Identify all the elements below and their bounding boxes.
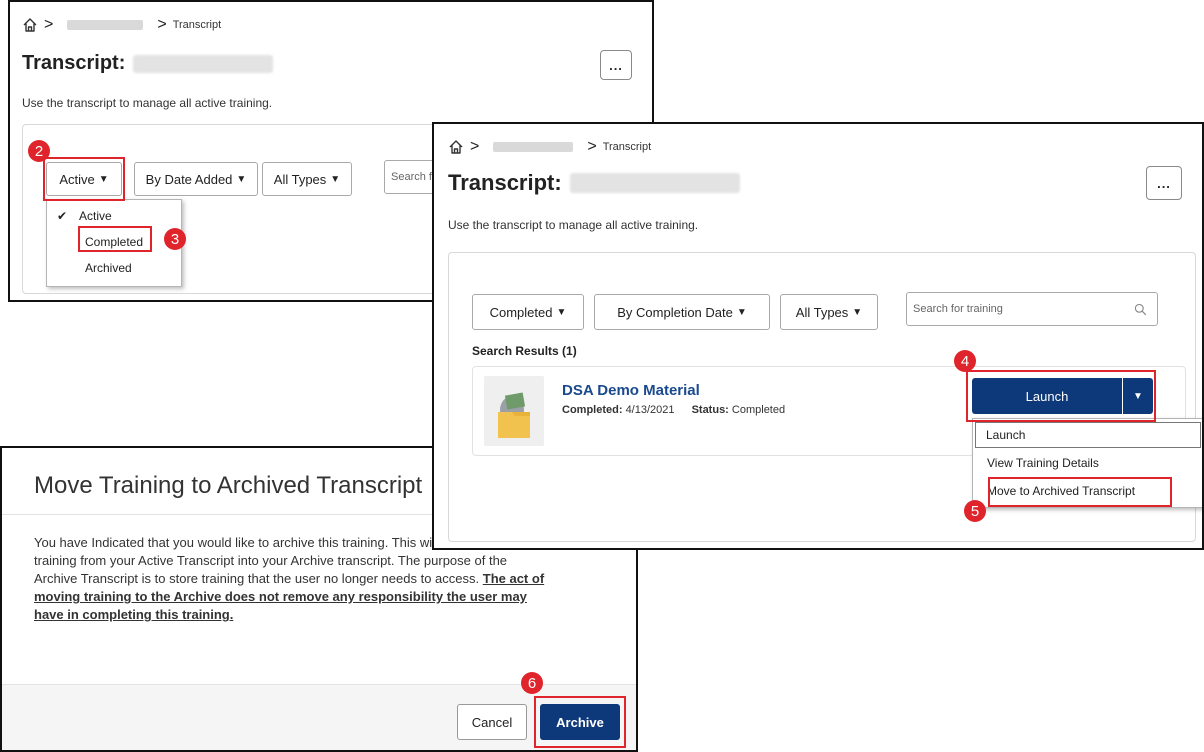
step-6-badge: 6 — [521, 672, 543, 694]
search-icon[interactable] — [1134, 303, 1147, 316]
archive-button[interactable]: Archive — [540, 704, 620, 740]
status-filter-label: Active — [59, 171, 95, 187]
results-header: Search Results (1) — [472, 344, 577, 358]
page-title-text: Transcript: — [448, 170, 562, 195]
dialog-title: Move Training to Archived Transcript — [34, 472, 423, 499]
menu-item-move-to-archive[interactable]: Move to Archived Transcript — [973, 479, 1202, 503]
training-thumbnail[interactable] — [484, 376, 544, 446]
launch-dropdown-menu: Launch View Training Details Move to Arc… — [972, 418, 1202, 508]
type-filter-dropdown[interactable]: All Types ▼ — [262, 162, 352, 196]
page-description: Use the transcript to manage all active … — [22, 96, 273, 110]
caret-down-icon: ▼ — [330, 173, 341, 185]
breadcrumb: > > Transcript — [448, 138, 651, 156]
breadcrumb-blurred-item[interactable] — [67, 20, 144, 30]
status-filter-dropdown[interactable]: Active ▼ — [46, 162, 122, 196]
dialog-body-line: Archive Transcript is to store training … — [34, 571, 480, 586]
breadcrumb-chevron-icon: > — [470, 138, 480, 155]
user-name-blurred — [133, 54, 274, 73]
status-option-label: Archived — [85, 261, 132, 275]
breadcrumb: > > Transcript — [22, 16, 221, 34]
caret-down-icon: ▼ — [236, 173, 247, 185]
page-title: Transcript: — [448, 170, 740, 196]
status-option-archived[interactable]: Archived — [47, 258, 181, 278]
folder-icon — [498, 392, 530, 438]
user-name-blurred — [569, 173, 740, 193]
date-filter-dropdown[interactable]: By Completion Date ▼ — [594, 294, 770, 330]
breadcrumb-current: Transcript — [172, 19, 222, 31]
status-value: Completed — [731, 404, 786, 416]
dialog-warning-text: moving training to the Archive does not … — [34, 589, 527, 604]
breadcrumb-chevron-icon: > — [587, 138, 597, 155]
page-title: Transcript: — [22, 52, 274, 75]
page-title-text: Transcript: — [22, 52, 126, 74]
checkmark-icon: ✔ — [57, 209, 68, 223]
menu-item-label: Move to Archived Transcript — [987, 484, 1136, 498]
type-filter-dropdown[interactable]: All Types ▼ — [780, 294, 878, 330]
menu-item-label: Launch — [986, 428, 1026, 442]
type-filter-label: All Types — [795, 304, 849, 320]
step-2-badge: 2 — [28, 140, 50, 162]
step-3-badge: 3 — [164, 228, 186, 250]
more-options-button[interactable]: ... — [1146, 166, 1182, 200]
completed-label: Completed: — [562, 404, 623, 416]
status-dropdown-menu: ✔ Active Completed Archived — [46, 199, 182, 287]
training-meta: Completed: 4/13/2021 Status: Completed — [562, 404, 785, 416]
date-filter-label: By Completion Date — [617, 304, 733, 320]
menu-item-launch[interactable]: Launch — [975, 422, 1201, 448]
caret-down-icon: ▼ — [98, 173, 109, 185]
breadcrumb-chevron-icon: > — [44, 16, 54, 33]
status-option-active[interactable]: ✔ Active — [47, 206, 181, 226]
more-options-button[interactable]: ... — [600, 50, 632, 80]
home-icon[interactable] — [448, 139, 464, 155]
status-label: Status: — [691, 404, 729, 416]
date-filter-dropdown[interactable]: By Date Added ▼ — [134, 162, 258, 196]
caret-down-icon: ▼ — [1133, 390, 1143, 402]
launch-button[interactable]: Launch — [972, 378, 1122, 414]
menu-item-label: View Training Details — [987, 456, 1099, 470]
status-option-label: Completed — [85, 235, 144, 249]
dialog-warning-text: have in completing this training. — [34, 607, 234, 622]
breadcrumb-current: Transcript — [602, 141, 652, 153]
breadcrumb-blurred-item[interactable] — [493, 142, 574, 152]
step-5-badge: 5 — [964, 500, 986, 522]
breadcrumb-chevron-icon: > — [157, 16, 167, 33]
dialog-body-line: training from your Active Transcript int… — [34, 553, 508, 568]
search-input[interactable]: Search for training — [906, 292, 1158, 326]
completed-date: 4/13/2021 — [625, 404, 675, 416]
training-title-link[interactable]: DSA Demo Material — [562, 382, 700, 399]
caret-down-icon: ▼ — [736, 306, 747, 318]
type-filter-label: All Types — [273, 171, 327, 187]
page-description: Use the transcript to manage all active … — [448, 218, 699, 232]
home-icon[interactable] — [22, 17, 38, 33]
date-filter-label: By Date Added — [145, 171, 233, 187]
launch-dropdown-toggle[interactable]: ▼ — [1123, 378, 1153, 414]
transcript-panel-completed: > > Transcript Transcript: ... Use the t… — [432, 122, 1204, 550]
search-placeholder: Search for training — [913, 303, 1003, 315]
caret-down-icon: ▼ — [556, 306, 567, 318]
caret-down-icon: ▼ — [852, 306, 863, 318]
menu-item-view-details[interactable]: View Training Details — [973, 451, 1202, 475]
step-4-badge: 4 — [954, 350, 976, 372]
status-option-completed[interactable]: Completed — [47, 232, 181, 252]
status-option-label: Active — [79, 209, 112, 223]
status-filter-dropdown[interactable]: Completed ▼ — [472, 294, 584, 330]
dialog-warning-text: The act of — [482, 571, 545, 586]
cancel-button[interactable]: Cancel — [457, 704, 527, 740]
status-filter-label: Completed — [489, 304, 553, 320]
